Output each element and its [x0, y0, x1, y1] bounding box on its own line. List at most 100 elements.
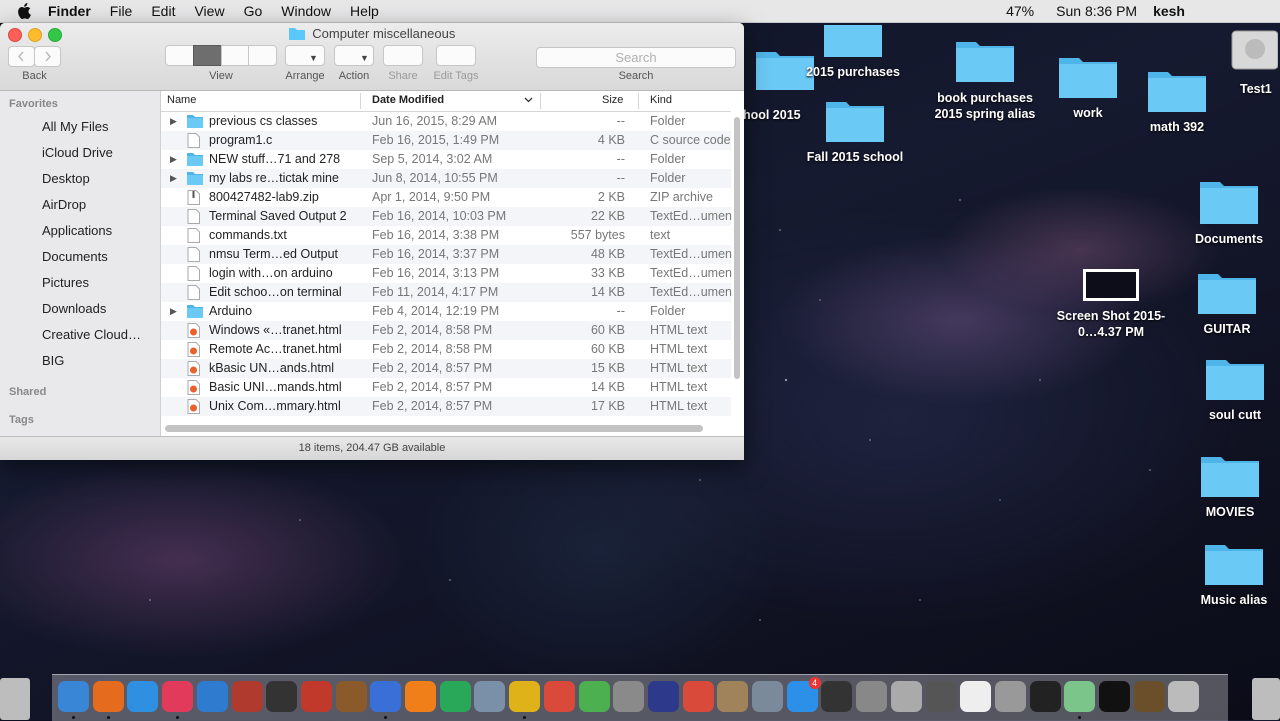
vertical-scrollbar[interactable] [734, 117, 740, 379]
file-row[interactable]: commands.txt Feb 16, 2014, 3:38 PM 557 byt… [161, 226, 731, 245]
file-row[interactable]: kBasic UN…ands.html Feb 2, 2014, 8:57 PM 1… [161, 359, 731, 378]
dock-pirate-icon[interactable] [231, 681, 263, 712]
disclosure-triangle-icon[interactable]: ▶ [170, 173, 177, 184]
dock-terminal-icon[interactable] [1029, 681, 1061, 712]
edit-tags-button[interactable] [436, 45, 476, 66]
column-kind[interactable]: Kind [650, 94, 672, 106]
disclosure-triangle-icon[interactable]: ▶ [170, 306, 177, 317]
file-row[interactable]: ▶ my labs re…tictak mine Jun 8, 2014, 10:5… [161, 169, 731, 188]
back-button[interactable] [8, 46, 35, 67]
dock-pod2-icon[interactable] [300, 681, 332, 712]
dock-vlc-icon[interactable] [405, 681, 436, 712]
view-coverflow-button[interactable] [248, 45, 277, 66]
dock-safari-icon[interactable] [127, 681, 159, 712]
desktop-drive-test1[interactable]: Test1 [1190, 23, 1280, 96]
view-column-button[interactable] [221, 45, 249, 66]
share-button[interactable] [383, 45, 423, 66]
dock-map-icon[interactable] [717, 681, 749, 712]
sidebar-item-downloads[interactable]: Downloads [42, 301, 152, 316]
sidebar-item-creative-cloud[interactable]: Creative Cloud… [42, 327, 152, 342]
dock-chrome-icon[interactable] [509, 681, 541, 712]
sidebar-item-applications[interactable]: Applications [42, 223, 152, 238]
dock-preview-icon[interactable] [474, 681, 506, 712]
dock-printer-icon[interactable] [925, 681, 957, 712]
dock-google-drive-icon[interactable] [439, 681, 471, 712]
desktop-folder-movies[interactable]: MOVIES [1165, 451, 1280, 519]
view-icon-button[interactable] [165, 45, 194, 66]
file-row[interactable]: Unix Com…mmary.html Feb 2, 2014, 8:57 PM 1… [161, 397, 731, 416]
dock-utility-icon[interactable] [994, 681, 1026, 712]
file-row[interactable]: ▶ previous cs classes Jun 16, 2015, 8:29 A… [161, 112, 731, 131]
menu-file[interactable]: File [110, 3, 133, 19]
disclosure-triangle-icon[interactable]: ▶ [170, 154, 177, 165]
file-row[interactable]: Edit schoo…on terminal Feb 11, 2014, 4:17… [161, 283, 732, 302]
file-row[interactable]: Terminal Saved Output 2 Feb 16, 2014, 10:… [161, 207, 732, 226]
dock-gk-icon[interactable] [1099, 681, 1130, 712]
menu-finder[interactable]: Finder [48, 3, 91, 19]
desktop-folder-fall-2015-school[interactable]: Fall 2015 school [790, 96, 920, 164]
dock-trash-icon[interactable] [1168, 681, 1200, 712]
file-row[interactable]: Remote Ac…tranet.html Feb 2, 2014, 8:58 P… [161, 340, 731, 359]
menu-edit[interactable]: Edit [151, 3, 175, 19]
arrange-button[interactable] [285, 45, 325, 66]
column-size[interactable]: Size [602, 94, 623, 106]
forward-button[interactable] [34, 46, 61, 67]
dock-gpu-icon[interactable] [266, 681, 298, 712]
dock-popcorn-icon[interactable] [543, 681, 575, 712]
dock-screenshot-icon[interactable] [856, 681, 888, 712]
dock-popcorn-time-icon[interactable] [682, 681, 714, 712]
file-row[interactable]: Basic UNI…mands.html Feb 2, 2014, 8:57 PM… [161, 378, 731, 397]
sidebar-item-pictures[interactable]: Pictures [42, 275, 152, 290]
sidebar-item-all-my-files[interactable]: All My Files [42, 119, 152, 134]
file-row[interactable]: program1.c Feb 16, 2015, 1:49 PM 4 KB C sou… [161, 131, 731, 150]
sidebar-item-desktop[interactable]: Desktop [42, 171, 152, 186]
sidebar-item-icloud-drive[interactable]: iCloud Drive [42, 145, 152, 160]
dock-system-preferences-icon[interactable] [613, 681, 645, 712]
dock-spark-icon[interactable] [1064, 681, 1096, 712]
desktop-folder-documents[interactable]: Documents [1164, 176, 1280, 246]
file-row[interactable]: nmsu Term…ed Output Feb 16, 2014, 3:37 PM… [161, 245, 732, 264]
dock-mail-icon[interactable] [196, 681, 228, 712]
dock-firefox-icon[interactable] [92, 681, 124, 712]
file-row[interactable]: 800427482-lab9.zip Apr 1, 2014, 9:50 PM 2 … [161, 188, 731, 207]
dock-textedit-icon[interactable] [960, 681, 992, 712]
file-row[interactable]: ▶ Arduino Feb 4, 2014, 12:19 PM -- Folder [161, 302, 731, 321]
dock-finder-icon[interactable] [58, 681, 89, 712]
desktop-folder-music-alias[interactable]: Music alias [1169, 539, 1280, 607]
sidebar-item-documents[interactable]: Documents [42, 249, 152, 264]
desktop-screenshot-file[interactable]: Screen Shot 2015-0…4.37 PM [1046, 268, 1176, 340]
column-name[interactable]: Name [167, 94, 196, 106]
horizontal-scrollbar[interactable] [165, 425, 703, 432]
menu-clock[interactable]: Sun 8:36 PM [1056, 3, 1137, 19]
desktop-folder-guitar[interactable]: GUITAR [1162, 268, 1280, 336]
column-date-modified[interactable]: Date Modified [372, 94, 444, 106]
dock-photos-icon[interactable] [1133, 681, 1165, 712]
sort-descending-icon[interactable] [524, 95, 533, 107]
menu-view[interactable]: View [194, 3, 224, 19]
dock-script-icon[interactable] [890, 681, 922, 712]
menu-window[interactable]: Window [281, 3, 331, 19]
dock-quicktime-icon[interactable] [370, 681, 402, 712]
dock-migration-icon[interactable] [752, 681, 783, 712]
menu-user[interactable]: kesh [1153, 3, 1185, 19]
desktop-folder-soul-cutt[interactable]: soul cutt [1170, 354, 1280, 422]
search-input[interactable]: Search [536, 47, 736, 68]
dock-quicktime-x-icon[interactable] [821, 681, 853, 712]
sidebar-item-airdrop[interactable]: AirDrop [42, 197, 152, 212]
menu-go[interactable]: Go [244, 3, 263, 19]
sidebar-header-shared[interactable]: Shared [9, 386, 46, 398]
dock-utorrent-icon[interactable] [578, 681, 610, 712]
menu-help[interactable]: Help [350, 3, 379, 19]
view-list-button[interactable] [193, 45, 222, 66]
apple-icon[interactable] [14, 0, 34, 22]
dock-onyx-icon[interactable] [647, 681, 679, 712]
file-row[interactable]: ▶ NEW stuff…71 and 278 Sep 5, 2014, 3:02 A… [161, 150, 731, 169]
dock-guitar-icon[interactable] [335, 681, 367, 712]
sidebar-item-big[interactable]: BIG [42, 353, 152, 368]
dock-itunes-icon[interactable] [162, 681, 194, 712]
sidebar-header-tags[interactable]: Tags [9, 414, 34, 426]
disclosure-triangle-icon[interactable]: ▶ [170, 116, 177, 127]
file-row[interactable]: login with…on arduino Feb 16, 2014, 3:13 … [161, 264, 732, 283]
desktop-folder-2015-purchases[interactable]: 2015 purchases [788, 23, 918, 79]
battery-percent[interactable]: 47% [1006, 3, 1034, 19]
